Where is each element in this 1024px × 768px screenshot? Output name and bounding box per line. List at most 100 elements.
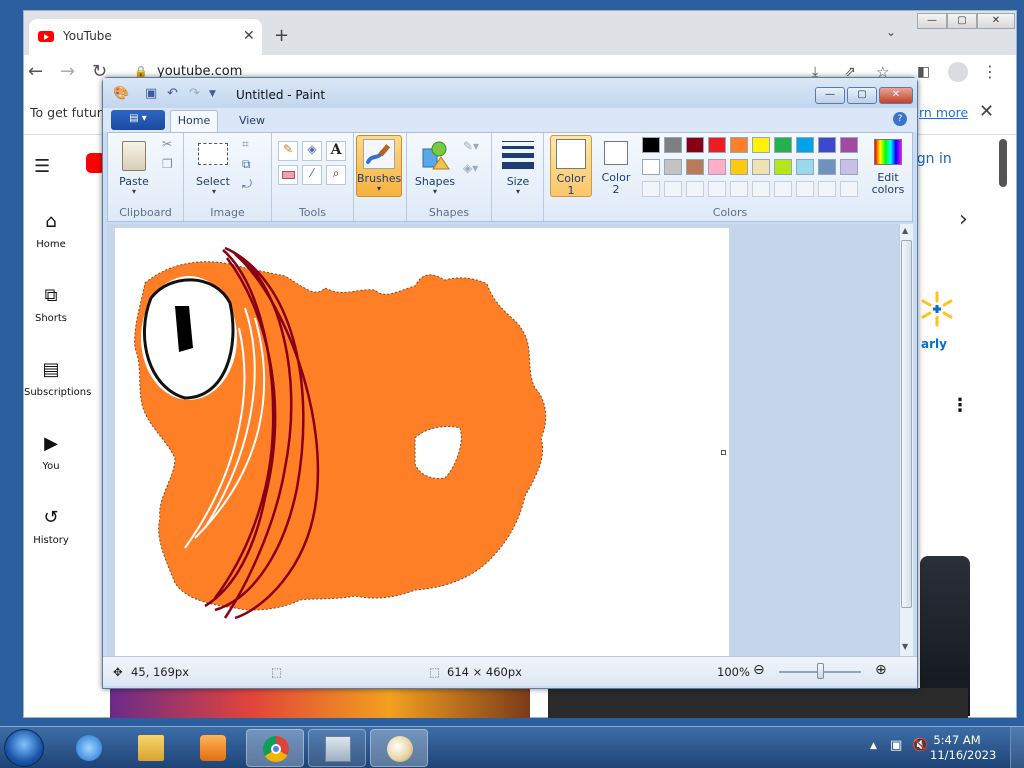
video-thumbnail[interactable] [548, 688, 968, 718]
custom-color-swatch[interactable] [686, 181, 704, 197]
tab-home[interactable]: Home [170, 110, 218, 132]
more-options-icon[interactable]: ⋮ [951, 395, 969, 416]
size-dropdown-icon[interactable]: ▾ [510, 187, 526, 196]
system-clock[interactable]: 5:47 AM 11/16/2023 [930, 733, 996, 763]
zoom-slider-thumb[interactable] [817, 663, 824, 679]
palette-swatch[interactable] [664, 159, 682, 175]
custom-color-swatch[interactable] [708, 181, 726, 197]
custom-color-swatch[interactable] [752, 181, 770, 197]
new-tab-button[interactable]: + [274, 25, 289, 46]
show-hidden-icons-icon[interactable]: ▲ [870, 741, 877, 751]
paint-menu-button[interactable]: ▤ ▾ [111, 110, 165, 130]
cut-icon[interactable]: ✂ [162, 137, 172, 151]
tab-view[interactable]: View [230, 112, 274, 130]
sidebar-item-history[interactable]: ↺ History [24, 507, 78, 546]
sidebar-item-you[interactable]: ▶ You [24, 433, 78, 472]
save-icon[interactable]: ▣ [145, 86, 157, 101]
custom-color-swatch[interactable] [664, 181, 682, 197]
sidebar-item-shorts[interactable]: ⧉ Shorts [24, 285, 78, 324]
canvas-vertical-scrollbar[interactable]: ▲ ▼ [899, 224, 913, 656]
volume-muted-icon[interactable]: 🔇 [912, 738, 928, 753]
edit-colors-button[interactable]: Edit colors [866, 135, 910, 197]
palette-swatch[interactable] [730, 137, 748, 153]
custom-color-swatch[interactable] [730, 181, 748, 197]
tab-search-button[interactable]: ⌄ [886, 25, 896, 39]
side-panel-icon[interactable]: ◧ [917, 64, 930, 80]
outline-icon[interactable]: ✎▾ [463, 139, 479, 153]
custom-color-swatch[interactable] [642, 181, 660, 197]
palette-swatch[interactable] [708, 159, 726, 175]
zoom-out-icon[interactable]: ⊖ [753, 662, 765, 678]
forward-icon[interactable]: → [60, 61, 75, 82]
taskbar-calculator[interactable] [308, 729, 366, 767]
brushes-button[interactable]: Brushes ▾ [356, 135, 402, 197]
custom-color-swatch[interactable] [840, 181, 858, 197]
customize-toolbar-icon[interactable]: ▼ [209, 89, 216, 99]
scroll-thumb[interactable] [901, 240, 912, 608]
pencil-icon[interactable]: ✎ [278, 141, 298, 161]
taskbar-explorer[interactable] [122, 729, 180, 767]
scroll-down-icon[interactable]: ▼ [902, 642, 908, 651]
palette-swatch[interactable] [708, 137, 726, 153]
taskbar-paint[interactable] [370, 729, 428, 767]
custom-color-swatch[interactable] [774, 181, 792, 197]
start-button[interactable] [4, 729, 44, 767]
taskbar-ie[interactable] [60, 729, 118, 767]
back-icon[interactable]: ← [28, 61, 43, 82]
copy-icon[interactable]: ❐ [162, 157, 173, 171]
next-chevron-icon[interactable]: › [959, 207, 968, 232]
paste-dropdown-icon[interactable]: ▾ [126, 187, 142, 196]
drawing-canvas[interactable] [115, 228, 729, 660]
palette-swatch[interactable] [686, 137, 704, 153]
learn-more-link[interactable]: rn more [919, 105, 968, 120]
paint-close-button[interactable]: ✕ [879, 87, 913, 104]
browser-tab[interactable]: YouTube ✕ [29, 19, 262, 55]
shapes-dropdown-icon[interactable]: ▾ [427, 187, 443, 196]
profile-avatar[interactable] [948, 62, 968, 82]
palette-swatch[interactable] [686, 159, 704, 175]
color1-button[interactable]: Color 1 [550, 135, 592, 197]
video-thumbnail[interactable] [110, 688, 530, 718]
hamburger-menu-icon[interactable]: ☰ [34, 156, 50, 177]
close-button[interactable]: ✕ [977, 13, 1015, 29]
palette-swatch[interactable] [752, 137, 770, 153]
taskbar-chrome[interactable] [246, 729, 304, 767]
palette-swatch[interactable] [796, 159, 814, 175]
tab-close-button[interactable]: ✕ [243, 28, 255, 44]
crop-icon[interactable]: ⌗ [242, 137, 249, 152]
select-dropdown-icon[interactable]: ▾ [206, 187, 222, 196]
paint-maximize-button[interactable]: ▢ [847, 87, 877, 104]
color-picker-icon[interactable]: ⁄ [302, 165, 322, 185]
network-icon[interactable]: ▣ [890, 738, 902, 753]
palette-swatch[interactable] [752, 159, 770, 175]
palette-swatch[interactable] [818, 137, 836, 153]
palette-swatch[interactable] [730, 159, 748, 175]
text-icon[interactable]: A [326, 141, 346, 161]
palette-swatch[interactable] [796, 137, 814, 153]
eraser-icon[interactable] [278, 165, 298, 185]
info-bar-close-button[interactable]: ✕ [979, 101, 994, 122]
redo-icon[interactable]: ↷ [189, 86, 200, 101]
fill-icon[interactable]: ◈ [302, 141, 322, 161]
magnifier-icon[interactable]: ⌕ [326, 165, 346, 185]
sidebar-item-subscriptions[interactable]: ▤ Subscriptions [24, 359, 91, 398]
palette-swatch[interactable] [840, 159, 858, 175]
minimize-button[interactable]: — [917, 13, 947, 29]
show-desktop-button[interactable] [1010, 727, 1024, 768]
paint-minimize-button[interactable]: — [815, 87, 845, 104]
palette-swatch[interactable] [642, 159, 660, 175]
menu-icon[interactable]: ⋮ [982, 62, 998, 81]
scroll-up-icon[interactable]: ▲ [902, 226, 908, 235]
palette-swatch[interactable] [642, 137, 660, 153]
sidebar-item-home[interactable]: ⌂ Home [24, 211, 78, 250]
custom-color-swatch[interactable] [818, 181, 836, 197]
resize-icon[interactable]: ⧉ [242, 157, 251, 172]
page-scrollbar[interactable] [999, 139, 1007, 187]
palette-swatch[interactable] [774, 137, 792, 153]
undo-icon[interactable]: ↶ [167, 86, 178, 101]
canvas-resize-handle[interactable] [721, 450, 726, 455]
taskbar-media-player[interactable] [184, 729, 242, 767]
palette-swatch[interactable] [840, 137, 858, 153]
palette-swatch[interactable] [818, 159, 836, 175]
help-icon[interactable]: ? [893, 112, 907, 126]
